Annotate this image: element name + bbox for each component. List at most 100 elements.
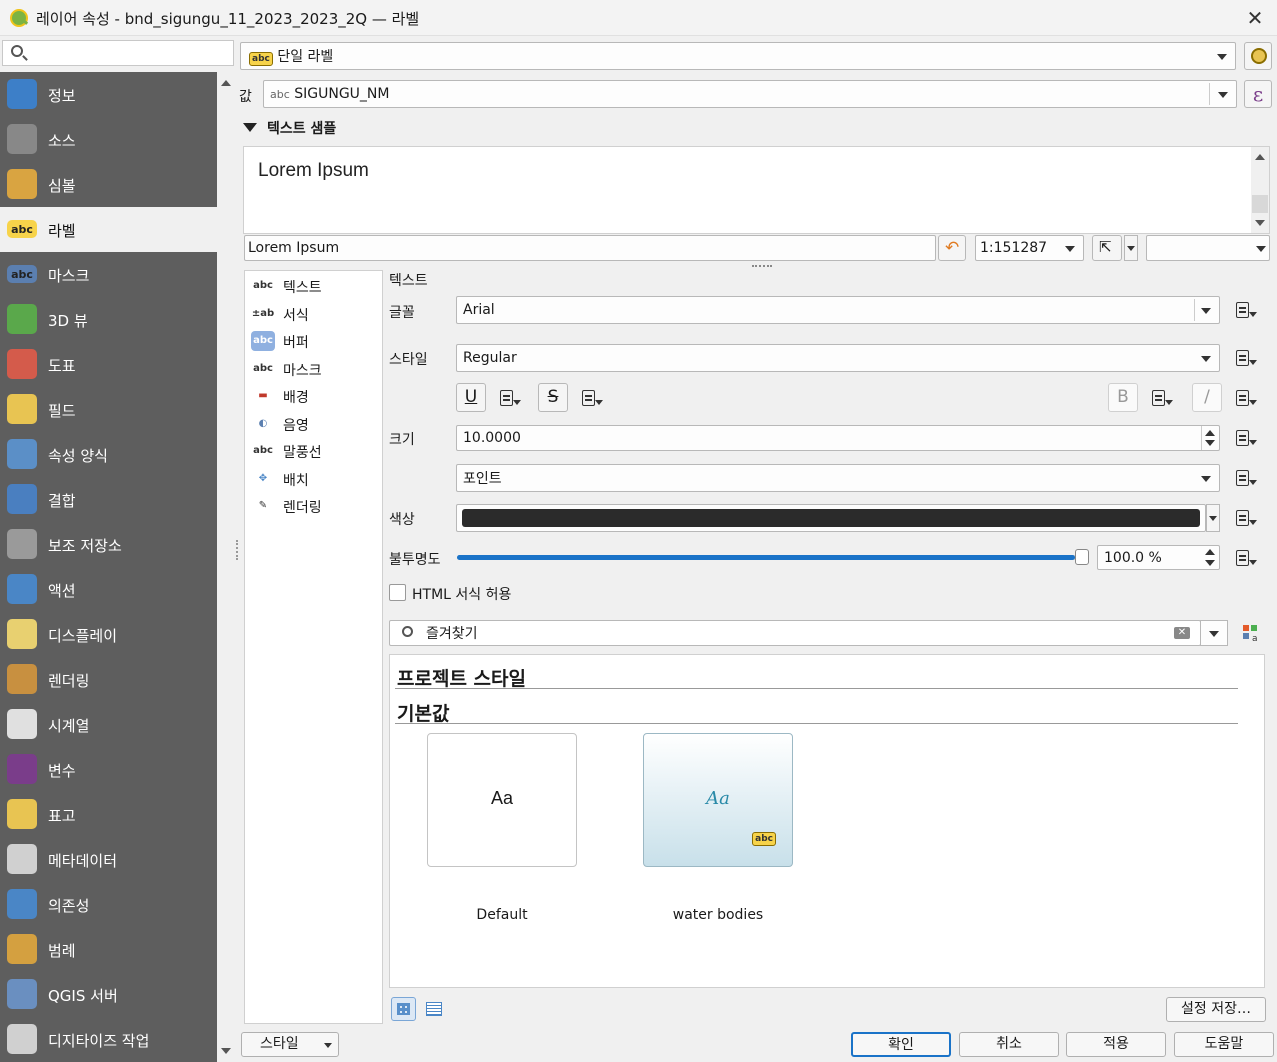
underline-button[interactable]: U xyxy=(456,383,486,412)
sidebar-item-info[interactable]: 정보 xyxy=(0,72,217,117)
style-menu-button[interactable]: 스타일 xyxy=(241,1032,339,1057)
rule-settings-button[interactable] xyxy=(1244,42,1272,70)
opacity-spinbox[interactable]: 100.0 % xyxy=(1097,545,1220,570)
size-unit-combo[interactable]: 포인트 xyxy=(456,464,1220,492)
label-tab-background[interactable]: ▬ 배경 xyxy=(249,383,381,409)
data-defined-override-icon[interactable] xyxy=(1234,548,1258,568)
html-format-checkbox[interactable] xyxy=(389,584,406,601)
data-defined-override-icon[interactable] xyxy=(580,388,604,408)
close-button[interactable]: ✕ xyxy=(1243,6,1267,30)
label-mode-combo[interactable]: abc 단일 라벨 xyxy=(240,42,1236,70)
label-tab-abc-text[interactable]: abc 텍스트 xyxy=(249,273,381,299)
expression-button[interactable]: ε xyxy=(1244,80,1272,108)
style-gallery: 프로젝트 스타일 기본값 Aa Default Aa abc water bod… xyxy=(389,654,1265,988)
ok-button[interactable]: 확인 xyxy=(851,1032,951,1057)
sidebar-item-digitize[interactable]: 디지타이즈 작업 xyxy=(0,1017,217,1062)
style-tile-default[interactable]: Aa xyxy=(427,733,577,867)
buffer-icon: abc xyxy=(251,331,275,351)
sidebar-item-legend[interactable]: 범례 xyxy=(0,927,217,972)
reset-sample-button[interactable]: ↶ xyxy=(938,235,966,261)
apply-button[interactable]: 적용 xyxy=(1066,1032,1166,1057)
help-button[interactable]: 도움말 xyxy=(1174,1032,1274,1057)
abc-text-icon: abc xyxy=(253,280,273,291)
font-style-value: Regular xyxy=(463,350,517,366)
undo-icon: ↶ xyxy=(945,238,960,258)
data-defined-override-icon[interactable] xyxy=(1234,428,1258,448)
list-view-button[interactable] xyxy=(424,999,444,1019)
splitter-handle-vertical[interactable] xyxy=(236,540,238,560)
scale-menu-button[interactable] xyxy=(1124,235,1138,261)
style-filter-menu[interactable] xyxy=(1200,620,1228,646)
sidebar-item-label: 소스 xyxy=(48,132,76,150)
color-button[interactable] xyxy=(456,504,1206,532)
font-style-combo[interactable]: Regular xyxy=(456,344,1220,372)
strikethrough-button[interactable]: S xyxy=(538,383,568,412)
italic-button[interactable]: / xyxy=(1192,383,1222,412)
preview-scrollbar[interactable] xyxy=(1251,147,1269,233)
label-tab-rendering[interactable]: ✎ 렌더링 xyxy=(249,493,381,519)
sidebar-item-label: 시계열 xyxy=(48,717,90,735)
label-tab-formatting[interactable]: ±ab 서식 xyxy=(249,301,381,327)
sample-text-input[interactable]: Lorem Ipsum xyxy=(244,235,936,261)
label-tab-placement[interactable]: ✥ 배치 xyxy=(249,466,381,492)
style-tile-water-bodies[interactable]: Aa abc xyxy=(643,733,793,867)
style-manager-icon[interactable]: a xyxy=(1241,623,1261,644)
sidebar-item-server[interactable]: QGIS 서버 xyxy=(0,972,217,1017)
save-settings-button[interactable]: 설정 저장… xyxy=(1166,997,1266,1022)
color-menu-button[interactable] xyxy=(1206,504,1220,532)
label-tab-callout[interactable]: abc 말풍선 xyxy=(249,438,381,464)
sidebar-item-clock[interactable]: 시계열 xyxy=(0,702,217,747)
sidebar-item-chart[interactable]: 도표 xyxy=(0,342,217,387)
sidebar-item-metadata[interactable]: 메타데이터 xyxy=(0,837,217,882)
scroll-up-icon[interactable] xyxy=(221,80,231,86)
data-defined-override-icon[interactable] xyxy=(1234,300,1258,320)
text-sample-header[interactable]: 텍스트 샘플 xyxy=(267,118,336,138)
sidebar-item-render-brush[interactable]: 렌더링 xyxy=(0,657,217,702)
sidebar-item-cube[interactable]: 3D 뷰 xyxy=(0,297,217,342)
cancel-button[interactable]: 취소 xyxy=(959,1032,1059,1057)
preview-text: Lorem Ipsum xyxy=(258,160,369,181)
sidebar-item-action-gear[interactable]: 액션 xyxy=(0,567,217,612)
clock-icon xyxy=(7,709,37,739)
value-field-combo[interactable]: abc SIGUNGU_NM xyxy=(263,80,1237,108)
background-color-combo[interactable] xyxy=(1146,235,1270,261)
collapse-arrow-icon[interactable] xyxy=(243,123,257,132)
label-tab-shadow[interactable]: ◐ 음영 xyxy=(249,411,381,437)
sidebar-item-dependency[interactable]: 의존성 xyxy=(0,882,217,927)
size-spinbox[interactable]: 10.0000 xyxy=(456,425,1220,451)
sidebar-item-join[interactable]: 결합 xyxy=(0,477,217,522)
style-sample-text: Aa xyxy=(706,788,730,809)
data-defined-override-icon[interactable] xyxy=(1234,508,1258,528)
sidebar-item-form[interactable]: 속성 양식 xyxy=(0,432,217,477)
sidebar-item-abc-label[interactable]: abc 라벨 xyxy=(0,207,217,252)
data-defined-override-icon[interactable] xyxy=(1234,388,1258,408)
sidebar-search-input[interactable] xyxy=(2,40,234,66)
sidebar-scrollbar[interactable] xyxy=(218,72,234,1062)
pick-map-scale-button[interactable]: ⇱ xyxy=(1092,235,1122,261)
sample-scale-combo[interactable]: 1:151287 xyxy=(975,235,1084,261)
opacity-slider-handle[interactable] xyxy=(1075,549,1089,565)
data-defined-override-icon[interactable] xyxy=(1234,468,1258,488)
sidebar-item-wrench[interactable]: 소스 xyxy=(0,117,217,162)
sidebar-item-abc-mask[interactable]: abc 마스크 xyxy=(0,252,217,297)
data-defined-override-icon[interactable] xyxy=(498,388,522,408)
sidebar-item-database[interactable]: 보조 저장소 xyxy=(0,522,217,567)
icon-view-button[interactable] xyxy=(391,997,416,1021)
data-defined-override-icon[interactable] xyxy=(1150,388,1174,408)
splitter-handle[interactable] xyxy=(752,265,772,267)
sidebar-item-elevation[interactable]: 표고 xyxy=(0,792,217,837)
sidebar-item-fields[interactable]: 필드 xyxy=(0,387,217,432)
style-search-input[interactable]: 즐겨찾기 ✕ xyxy=(389,620,1201,646)
clear-input-icon[interactable]: ✕ xyxy=(1174,627,1190,639)
font-combo[interactable]: Arial xyxy=(456,296,1220,324)
size-value: 10.0000 xyxy=(463,430,521,446)
opacity-slider-track[interactable] xyxy=(457,549,1089,565)
sidebar-item-epsilon[interactable]: 변수 xyxy=(0,747,217,792)
sidebar-item-paintbrush[interactable]: 심볼 xyxy=(0,162,217,207)
sidebar-item-speech-bubble[interactable]: 디스플레이 xyxy=(0,612,217,657)
label-tab-mask[interactable]: abc 마스크 xyxy=(249,356,381,382)
bold-button[interactable]: B xyxy=(1108,383,1138,412)
scroll-down-icon[interactable] xyxy=(221,1048,231,1054)
label-tab-buffer[interactable]: abc 버퍼 xyxy=(249,328,381,354)
data-defined-override-icon[interactable] xyxy=(1234,348,1258,368)
